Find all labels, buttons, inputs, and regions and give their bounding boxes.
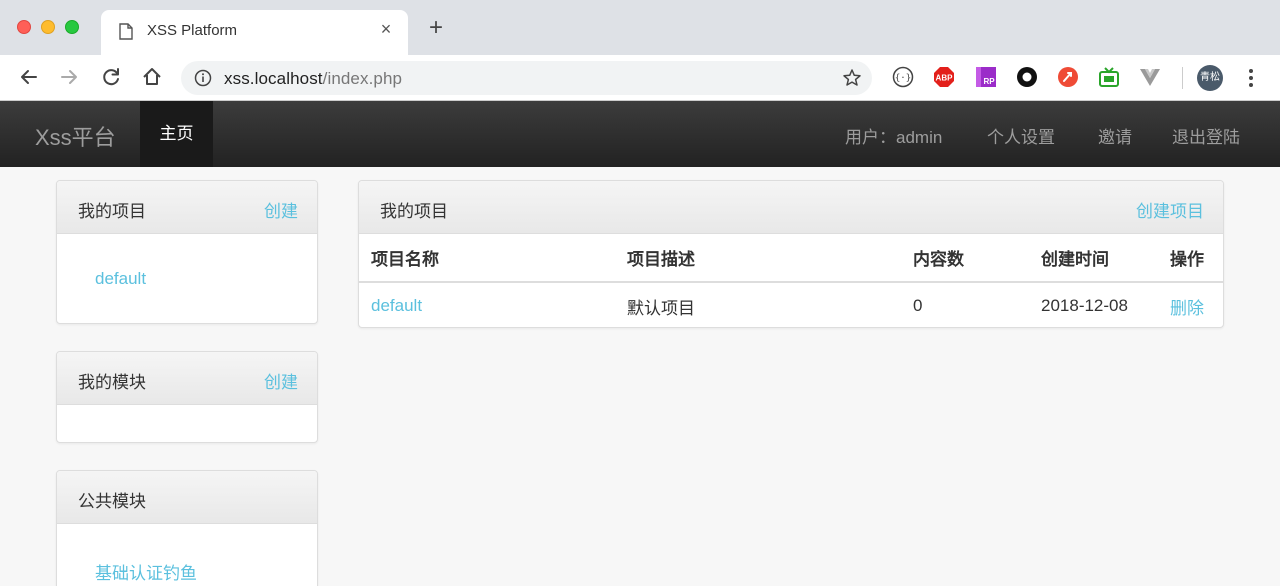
project-name-link[interactable]: default — [371, 296, 422, 315]
panel-title: 我的模块 — [78, 373, 146, 392]
nav-logout-link[interactable]: 退出登陆 — [1172, 123, 1240, 148]
window-minimize-button[interactable] — [41, 20, 55, 34]
tv-extension-icon[interactable] — [1098, 66, 1120, 88]
column-header-actions: 操作 — [1170, 234, 1223, 283]
nav-user-link[interactable]: 用户：admin — [845, 123, 942, 148]
column-header-count: 内容数 — [913, 234, 1041, 283]
vue-devtools-icon[interactable] — [1139, 66, 1161, 88]
browser-tab-strip: XSS Platform × + — [0, 0, 1280, 55]
projects-table: 项目名称 项目描述 内容数 创建时间 操作 default 默认项目 0 201… — [359, 234, 1223, 327]
json-extension-icon[interactable]: {·} — [892, 66, 914, 88]
panel-title: 我的项目 — [78, 202, 146, 221]
forward-icon[interactable] — [56, 64, 82, 90]
browser-tab[interactable]: XSS Platform × — [101, 10, 408, 55]
address-bar[interactable]: xss.localhost/index.php — [181, 61, 872, 95]
nav-home-link[interactable]: 主页 — [140, 101, 213, 167]
page-icon — [119, 23, 133, 40]
home-icon[interactable] — [139, 64, 165, 90]
panel-heading: 我的项目 创建 — [57, 181, 317, 234]
nav-invite-link[interactable]: 邀请 — [1098, 123, 1132, 148]
my-modules-panel: 我的模块 创建 — [56, 351, 318, 443]
column-header-name: 项目名称 — [359, 234, 627, 283]
sidebar-module-basic-auth-phishing[interactable]: 基础认证钓鱼 — [95, 559, 197, 584]
adblock-icon[interactable]: ABP — [933, 66, 955, 88]
create-project-button[interactable]: 创建项目 — [1136, 197, 1204, 222]
toolbar-separator — [1182, 67, 1183, 89]
profile-avatar[interactable]: 青松 — [1197, 65, 1223, 91]
panel-heading: 公共模块 — [57, 471, 317, 524]
panel-title: 公共模块 — [78, 492, 146, 511]
svg-text:{·}: {·} — [895, 74, 911, 84]
rocket-extension-icon[interactable] — [1057, 66, 1079, 88]
svg-text:RP: RP — [983, 77, 995, 86]
tab-title: XSS Platform — [147, 22, 238, 39]
browser-menu-icon[interactable] — [1241, 66, 1261, 90]
tab-close-icon[interactable]: × — [376, 19, 396, 40]
project-created-date: 2018-12-08 — [1041, 296, 1128, 315]
back-icon[interactable] — [16, 64, 42, 90]
bookmark-star-icon[interactable] — [842, 68, 862, 88]
column-header-description: 项目描述 — [627, 234, 913, 283]
new-tab-button[interactable]: + — [424, 16, 448, 40]
site-info-icon[interactable] — [194, 69, 212, 87]
circle-extension-icon[interactable] — [1016, 66, 1038, 88]
create-module-link[interactable]: 创建 — [264, 368, 298, 393]
delete-project-link[interactable]: 删除 — [1170, 299, 1204, 318]
table-header-row: 项目名称 项目描述 内容数 创建时间 操作 — [359, 234, 1223, 283]
panel-title: 我的项目 — [380, 202, 448, 221]
panel-heading: 我的项目 创建项目 — [359, 181, 1223, 234]
nav-settings-link[interactable]: 个人设置 — [987, 123, 1055, 148]
window-close-button[interactable] — [17, 20, 31, 34]
panel-heading: 我的模块 创建 — [57, 352, 317, 405]
my-projects-panel: 我的项目 创建 default — [56, 180, 318, 324]
project-content-count: 0 — [913, 296, 923, 315]
column-header-created: 创建时间 — [1041, 234, 1170, 283]
reload-icon[interactable] — [98, 64, 124, 90]
table-row: default 默认项目 0 2018-12-08 删除 — [359, 282, 1223, 327]
project-description: 默认项目 — [627, 298, 695, 318]
site-navbar: Xss平台 主页 用户：admin 个人设置 邀请 退出登陆 — [0, 101, 1280, 167]
sidebar-project-default[interactable]: default — [95, 269, 146, 289]
rp-extension-icon[interactable]: RP — [975, 66, 997, 88]
public-modules-panel: 公共模块 基础认证钓鱼 — [56, 470, 318, 586]
projects-table-panel: 我的项目 创建项目 项目名称 项目描述 内容数 创建时间 操作 default … — [358, 180, 1224, 328]
window-zoom-button[interactable] — [65, 20, 79, 34]
site-brand[interactable]: Xss平台 — [35, 120, 116, 152]
browser-toolbar: xss.localhost/index.php {·} ABP RP 青松 — [0, 55, 1280, 101]
create-project-link[interactable]: 创建 — [264, 197, 298, 222]
url-text[interactable]: xss.localhost/index.php — [224, 69, 402, 89]
svg-text:ABP: ABP — [936, 74, 954, 83]
